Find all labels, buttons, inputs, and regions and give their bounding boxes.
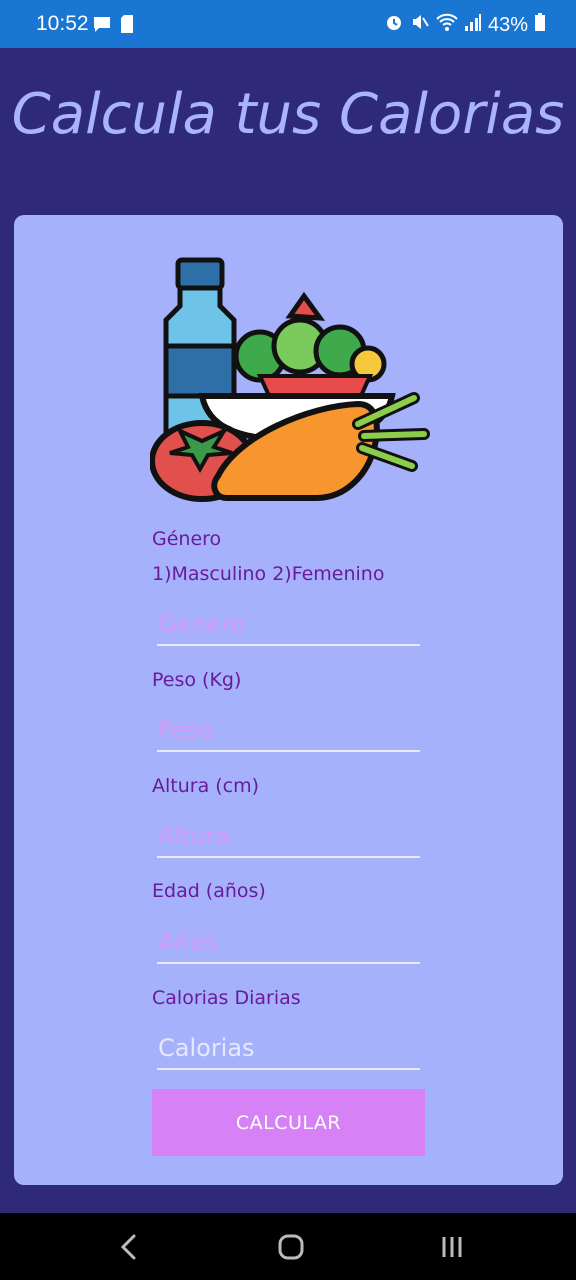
gender-options-text: 1)Masculino 2)Femenino: [152, 563, 385, 585]
weight-input[interactable]: [157, 712, 420, 752]
wifi-icon: [436, 12, 458, 38]
battery-icon: [534, 12, 546, 38]
age-input[interactable]: [157, 924, 420, 964]
status-time: 10:52: [36, 12, 89, 35]
weight-label: Peso (Kg): [152, 669, 242, 691]
mute-icon: [410, 12, 430, 38]
sim-card-icon: [120, 14, 134, 39]
home-icon[interactable]: [277, 1233, 305, 1266]
gender-label: Género: [152, 528, 222, 550]
height-input[interactable]: [157, 818, 420, 858]
age-label: Edad (años): [152, 880, 266, 902]
battery-percent: 43%: [487, 13, 528, 36]
message-icon: [92, 14, 112, 39]
recent-apps-icon[interactable]: [440, 1235, 464, 1264]
status-bar: 10:52 43%: [0, 0, 576, 48]
calories-output[interactable]: [157, 1030, 420, 1070]
calories-label: Calorias Diarias: [152, 987, 301, 1009]
calculate-button[interactable]: CALCULAR: [152, 1089, 425, 1156]
alarm-icon: [384, 12, 404, 38]
food-illustration: [150, 257, 430, 502]
navigation-bar: [0, 1213, 576, 1280]
app-title: Calcula tus Calorias: [11, 82, 565, 147]
gender-input[interactable]: [157, 606, 420, 646]
height-label: Altura (cm): [152, 775, 260, 797]
signal-icon: [464, 12, 482, 38]
back-icon[interactable]: [118, 1233, 140, 1266]
